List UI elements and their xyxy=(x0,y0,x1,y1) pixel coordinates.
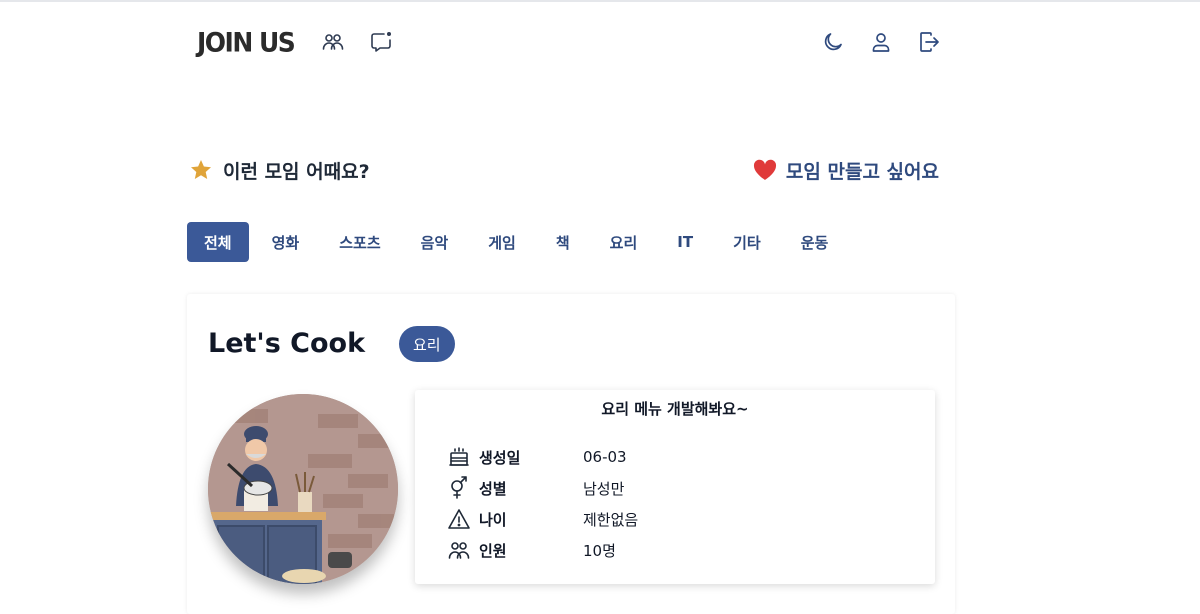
header-nav xyxy=(320,29,394,55)
info-label: 인원 xyxy=(479,541,507,560)
info-row-members: 인원 10명 xyxy=(447,538,616,562)
logo[interactable]: JOIN US xyxy=(197,27,296,57)
info-value: 제한없음 xyxy=(583,510,639,529)
info-value: 06-03 xyxy=(583,448,627,466)
heart-icon xyxy=(753,159,776,180)
header: JOIN US xyxy=(197,26,942,58)
top-border xyxy=(0,0,1200,2)
tab-movie[interactable]: 영화 xyxy=(255,222,317,262)
star-icon xyxy=(191,160,211,179)
group-icon[interactable] xyxy=(320,29,346,55)
category-tabs: 전체 영화 스포츠 음악 게임 책 요리 IT 기타 운동 xyxy=(187,222,851,262)
gender-icon xyxy=(447,476,471,500)
make-group-label: 모임 만들고 싶어요 xyxy=(785,160,939,183)
tab-exercise[interactable]: 운동 xyxy=(784,222,846,262)
section-title: 이런 모임 어때요? xyxy=(223,160,370,183)
group-card[interactable]: Let's Cook 요리 요리 메뉴 개발해봐요~ 생성일 06-03 성별 … xyxy=(187,294,955,614)
category-badge: 요리 xyxy=(399,326,455,362)
section-header: 이런 모임 어때요? 모임 만들고 싶어요 xyxy=(189,156,939,184)
user-icon[interactable] xyxy=(868,29,894,55)
info-value: 남성만 xyxy=(583,479,625,498)
info-label: 생성일 xyxy=(479,448,521,467)
info-label: 성별 xyxy=(479,479,507,498)
tab-etc[interactable]: 기타 xyxy=(716,222,778,262)
moon-icon[interactable] xyxy=(820,29,846,55)
tab-all[interactable]: 전체 xyxy=(187,222,249,262)
cake-icon xyxy=(447,445,471,469)
info-row-gender: 성별 남성만 xyxy=(447,476,624,500)
tab-it[interactable]: IT xyxy=(660,222,710,262)
make-group-link[interactable]: 모임 만들고 싶어요 xyxy=(752,157,939,184)
chat-notification-icon[interactable] xyxy=(368,29,394,55)
group-info-panel: 요리 메뉴 개발해봐요~ 생성일 06-03 성별 남성만 나이 제한없음 인원… xyxy=(415,390,935,584)
info-row-age: 나이 제한없음 xyxy=(447,507,638,531)
tab-game[interactable]: 게임 xyxy=(471,222,533,262)
info-row-created: 생성일 06-03 xyxy=(447,445,627,469)
info-value: 10명 xyxy=(583,541,616,560)
tab-music[interactable]: 음악 xyxy=(404,222,466,262)
tab-cooking[interactable]: 요리 xyxy=(593,222,655,262)
group-title: Let's Cook xyxy=(208,328,366,359)
info-label: 나이 xyxy=(479,510,507,529)
tab-book[interactable]: 책 xyxy=(539,222,587,262)
group-image xyxy=(208,394,398,584)
warning-icon xyxy=(447,507,471,531)
logout-icon[interactable] xyxy=(916,29,942,55)
people-icon xyxy=(447,538,471,562)
tab-sports[interactable]: 스포츠 xyxy=(322,222,397,262)
header-actions xyxy=(820,29,942,55)
group-description: 요리 메뉴 개발해봐요~ xyxy=(601,400,749,418)
